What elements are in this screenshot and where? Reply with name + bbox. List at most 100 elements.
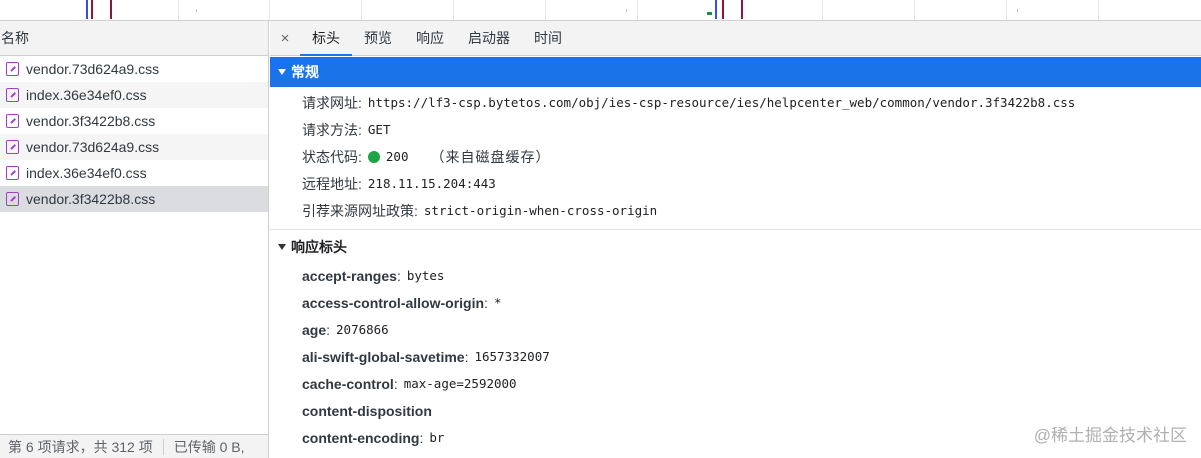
status-bar: 第 6 项请求，共 312 项 已传输 0 B,: [0, 434, 268, 458]
header-name: access-control-allow-origin: [302, 294, 485, 311]
request-row[interactable]: index.36e34ef0.css: [0, 82, 268, 108]
timeline-gridline: [269, 0, 270, 20]
timeline-gridline: [361, 0, 362, 20]
header-value[interactable]: 1657332007: [474, 349, 549, 364]
cache-note: （来自磁盘缓存）: [430, 148, 551, 165]
header-value[interactable]: *: [494, 295, 502, 310]
css-file-icon: [6, 140, 19, 154]
header-name: ali-swift-global-savetime: [302, 348, 465, 365]
header-value[interactable]: br: [429, 430, 444, 445]
timeline-load-marker: [91, 0, 93, 19]
timeline-gridline: [914, 0, 915, 20]
request-method-row: 请求方法: GET: [302, 121, 391, 138]
referrer-policy-label: 引荐来源网址政策: [302, 202, 414, 219]
section-divider: [270, 229, 1201, 230]
timeline-gridline: [637, 0, 638, 20]
general-section-header[interactable]: 常规: [270, 57, 1201, 87]
timeline-gridline: [1098, 0, 1099, 20]
timeline-tick: [196, 9, 197, 12]
request-row[interactable]: vendor.3f3422b8.css: [0, 108, 268, 134]
request-method-value[interactable]: GET: [368, 122, 391, 137]
response-header-row: content-disposition: [302, 397, 1201, 424]
status-code-label: 状态代码: [302, 148, 358, 165]
tab-headers[interactable]: 标头: [300, 21, 352, 56]
timeline-load-marker: [110, 0, 112, 19]
header-value[interactable]: max-age=2592000: [404, 376, 517, 391]
referrer-policy-row: 引荐来源网址政策: strict-origin-when-cross-origi…: [302, 202, 658, 219]
expand-triangle-icon: [278, 69, 286, 75]
status-divider: [162, 438, 164, 455]
general-section-title: 常规: [291, 64, 319, 80]
css-file-icon: [6, 62, 19, 76]
response-header-row: age: 2076866: [302, 321, 389, 338]
watermark: @稀土掘金技术社区: [1033, 426, 1187, 445]
timeline-gridline: [545, 0, 546, 20]
status-code-value[interactable]: 200: [386, 149, 409, 164]
request-name: vendor.3f3422b8.css: [26, 113, 156, 129]
response-header-row: access-control-allow-origin: *: [302, 294, 502, 311]
remote-address-label: 远程地址: [302, 175, 358, 192]
css-file-icon: [6, 166, 19, 180]
timeline-dom-marker: [715, 0, 717, 19]
timeline-tick: [1017, 9, 1018, 12]
tab-initiator[interactable]: 启动器: [456, 21, 522, 55]
remote-address-row: 远程地址: 218.11.15.204:443: [302, 175, 496, 192]
remote-address-value[interactable]: 218.11.15.204:443: [368, 176, 496, 191]
response-header-row: cache-control: max-age=2592000: [302, 375, 517, 392]
request-url-row: 请求网址: https://lf3-csp.bytetos.com/obj/ie…: [302, 94, 1076, 111]
request-count: 第 6 项请求，共 312 项: [8, 438, 153, 455]
request-row[interactable]: vendor.73d624a9.css: [0, 134, 268, 160]
timeline-dom-marker: [86, 0, 88, 19]
response-header-row: ali-swift-global-savetime: 1657332007: [302, 348, 550, 365]
timeline-gridline: [822, 0, 823, 20]
request-url-value[interactable]: https://lf3-csp.bytetos.com/obj/ies-csp-…: [368, 95, 1075, 110]
timeline-gridline: [178, 0, 179, 20]
tab-response[interactable]: 响应: [404, 21, 456, 55]
request-method-label: 请求方法: [302, 121, 358, 138]
request-detail-panel: × 标头 预览 响应 启动器 时间 常规 请求网址: https://lf3-c…: [270, 21, 1201, 458]
header-name: content-disposition: [302, 402, 432, 419]
response-header-row: accept-ranges: bytes: [302, 267, 445, 284]
request-url-label: 请求网址: [302, 94, 358, 111]
name-column-header[interactable]: 名称: [0, 21, 268, 56]
request-row[interactable]: vendor.73d624a9.css: [0, 56, 268, 82]
header-name: content-encoding: [302, 429, 420, 446]
transferred-size: 已传输 0 B,: [173, 438, 245, 455]
detail-tabbar: × 标头 预览 响应 启动器 时间: [270, 21, 1201, 56]
header-name: cache-control: [302, 375, 394, 392]
request-row-selected[interactable]: vendor.3f3422b8.css: [0, 186, 268, 212]
request-list-panel: 名称 vendor.73d624a9.css index.36e34ef0.cs…: [0, 21, 269, 458]
response-headers-section-header[interactable]: 响应标头: [270, 232, 1201, 262]
timeline-load-marker: [741, 0, 743, 19]
timeline-gridline: [1006, 0, 1007, 20]
tab-timing[interactable]: 时间: [522, 21, 574, 55]
header-name: age: [302, 321, 327, 338]
name-column-label: 名称: [1, 30, 29, 46]
timeline-load-marker: [722, 0, 724, 19]
css-file-icon: [6, 114, 19, 128]
timeline-tick: [626, 9, 627, 12]
header-name: accept-ranges: [302, 267, 397, 284]
close-icon[interactable]: ×: [270, 21, 300, 55]
request-name: vendor.73d624a9.css: [26, 61, 160, 77]
referrer-policy-value[interactable]: strict-origin-when-cross-origin: [424, 203, 657, 218]
request-name: index.36e34ef0.css: [26, 165, 147, 181]
css-file-icon: [6, 192, 19, 206]
tab-preview[interactable]: 预览: [352, 21, 404, 55]
response-headers-title: 响应标头: [291, 239, 347, 255]
timeline-request-bar: [707, 12, 712, 15]
css-file-icon: [6, 88, 19, 102]
request-row[interactable]: index.36e34ef0.css: [0, 160, 268, 186]
expand-triangle-icon: [278, 244, 286, 250]
timeline-gridline: [453, 0, 454, 20]
header-value[interactable]: bytes: [407, 268, 445, 283]
network-timeline-overview[interactable]: [0, 0, 1201, 21]
request-name: vendor.73d624a9.css: [26, 139, 160, 155]
general-section: 请求网址: https://lf3-csp.bytetos.com/obj/ie…: [270, 87, 1201, 224]
request-list: vendor.73d624a9.css index.36e34ef0.css v…: [0, 56, 268, 212]
request-name: index.36e34ef0.css: [26, 87, 147, 103]
status-ok-icon: [367, 150, 380, 163]
status-code-row: 状态代码: 200 （来自磁盘缓存）: [302, 148, 551, 165]
header-value[interactable]: 2076866: [336, 322, 389, 337]
request-name: vendor.3f3422b8.css: [26, 191, 156, 207]
